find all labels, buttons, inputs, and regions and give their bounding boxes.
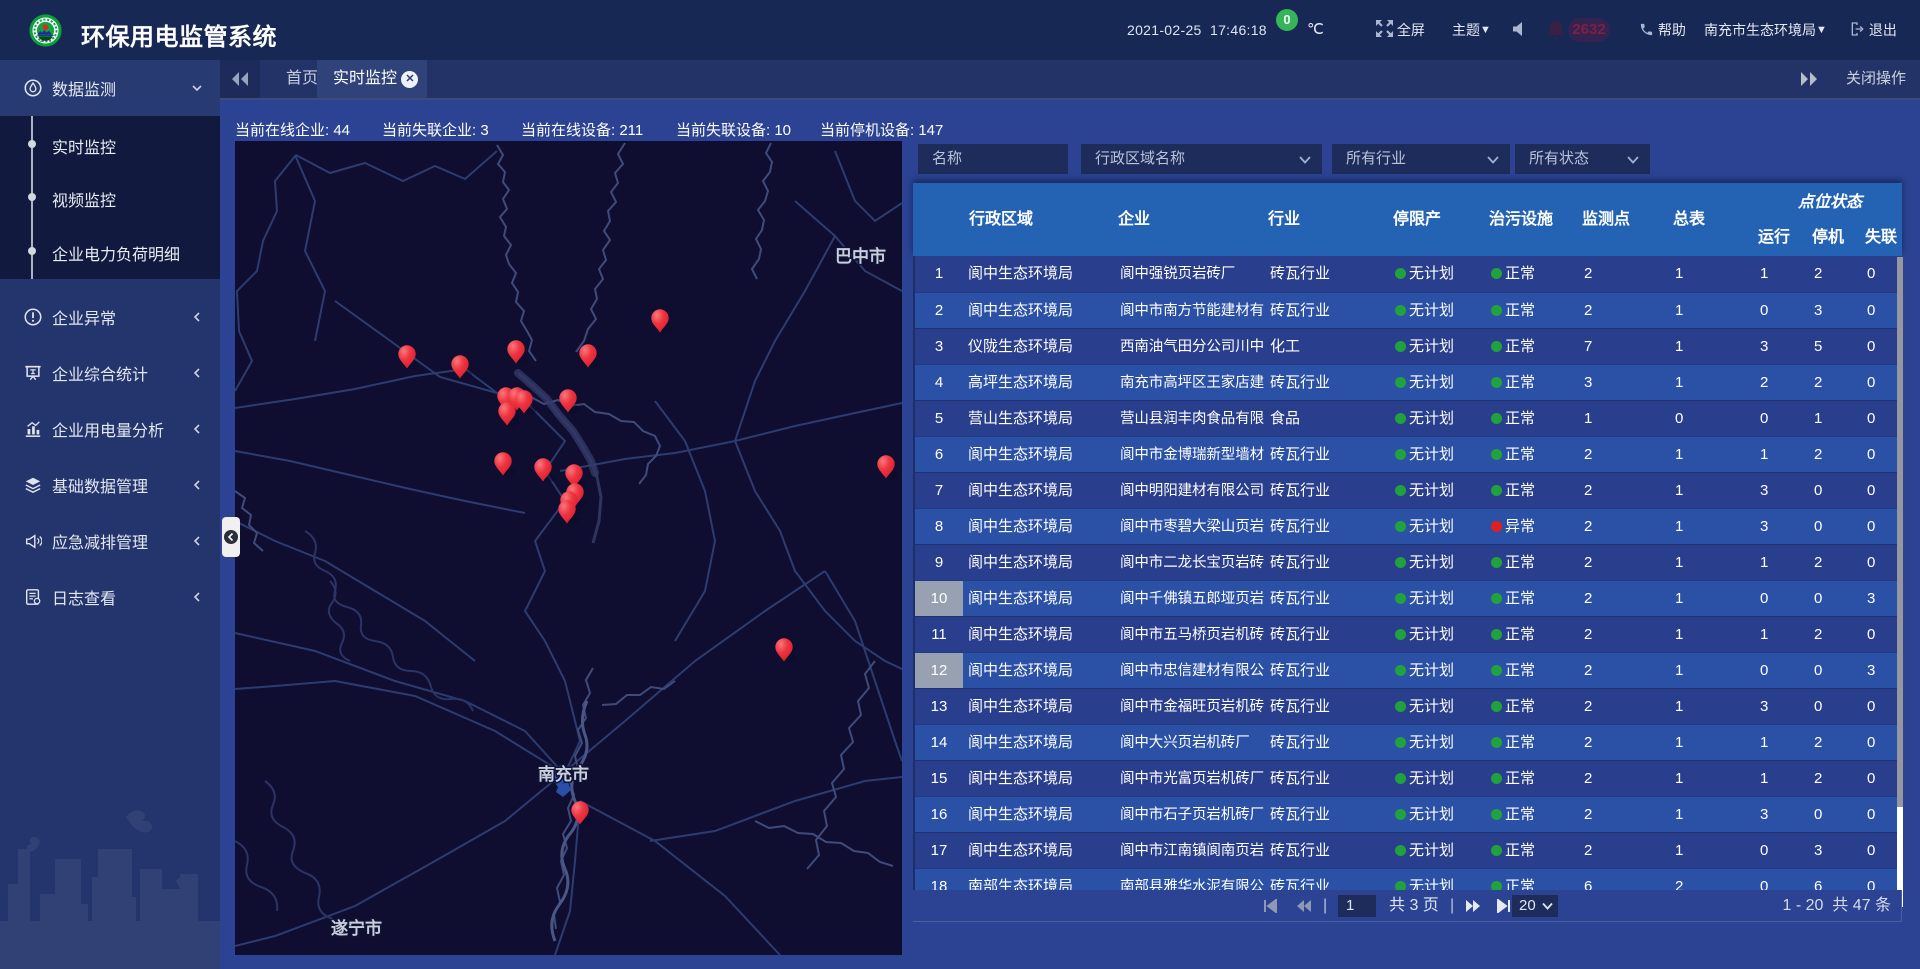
svg-text:遂宁市: 遂宁市	[331, 918, 382, 938]
svg-text:巴中市: 巴中市	[835, 246, 886, 266]
svg-text:南充市: 南充市	[538, 764, 589, 784]
